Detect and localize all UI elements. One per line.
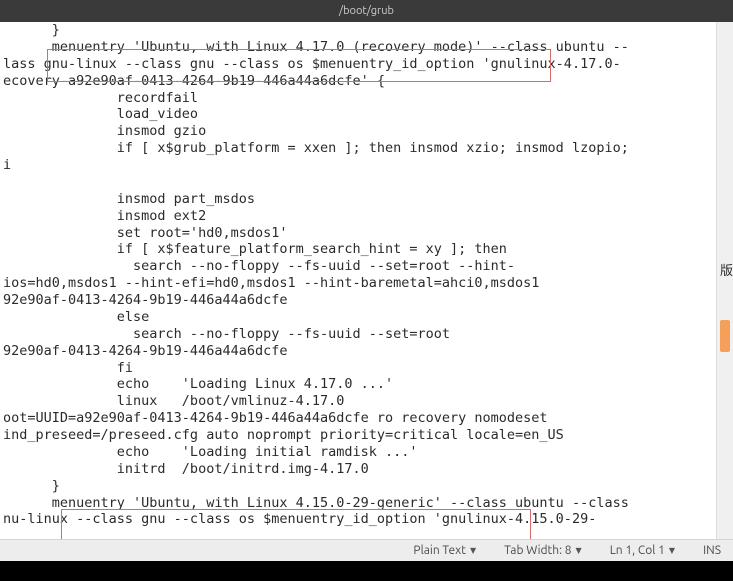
mode-label: INS xyxy=(703,544,721,557)
syntax-label: Plain Text xyxy=(413,544,466,557)
chevron-down-icon: ▼ xyxy=(576,546,582,555)
title-path: /boot/grub xyxy=(339,5,394,17)
chevron-down-icon: ▼ xyxy=(470,546,476,555)
side-glyph: 版 xyxy=(720,260,733,279)
insert-mode[interactable]: INS xyxy=(703,544,721,557)
scrollbar-thumb[interactable] xyxy=(720,320,730,352)
bottom-black-bar xyxy=(0,561,733,581)
position-label: Ln 1, Col 1 xyxy=(610,544,665,557)
editor-viewport[interactable]: } menuentry 'Ubuntu, with Linux 4.17.0 (… xyxy=(0,22,733,539)
status-bar: Plain Text ▼ Tab Width: 8 ▼ Ln 1, Col 1 … xyxy=(0,539,733,561)
syntax-selector[interactable]: Plain Text ▼ xyxy=(413,544,476,557)
tabwidth-selector[interactable]: Tab Width: 8 ▼ xyxy=(504,544,582,557)
chevron-down-icon: ▼ xyxy=(669,546,675,555)
cursor-position[interactable]: Ln 1, Col 1 ▼ xyxy=(610,544,675,557)
code-content[interactable]: } menuentry 'Ubuntu, with Linux 4.17.0 (… xyxy=(0,22,733,528)
window-titlebar: /boot/grub xyxy=(0,0,733,22)
vertical-scrollbar[interactable] xyxy=(716,22,733,539)
tabwidth-label: Tab Width: 8 xyxy=(504,544,571,557)
